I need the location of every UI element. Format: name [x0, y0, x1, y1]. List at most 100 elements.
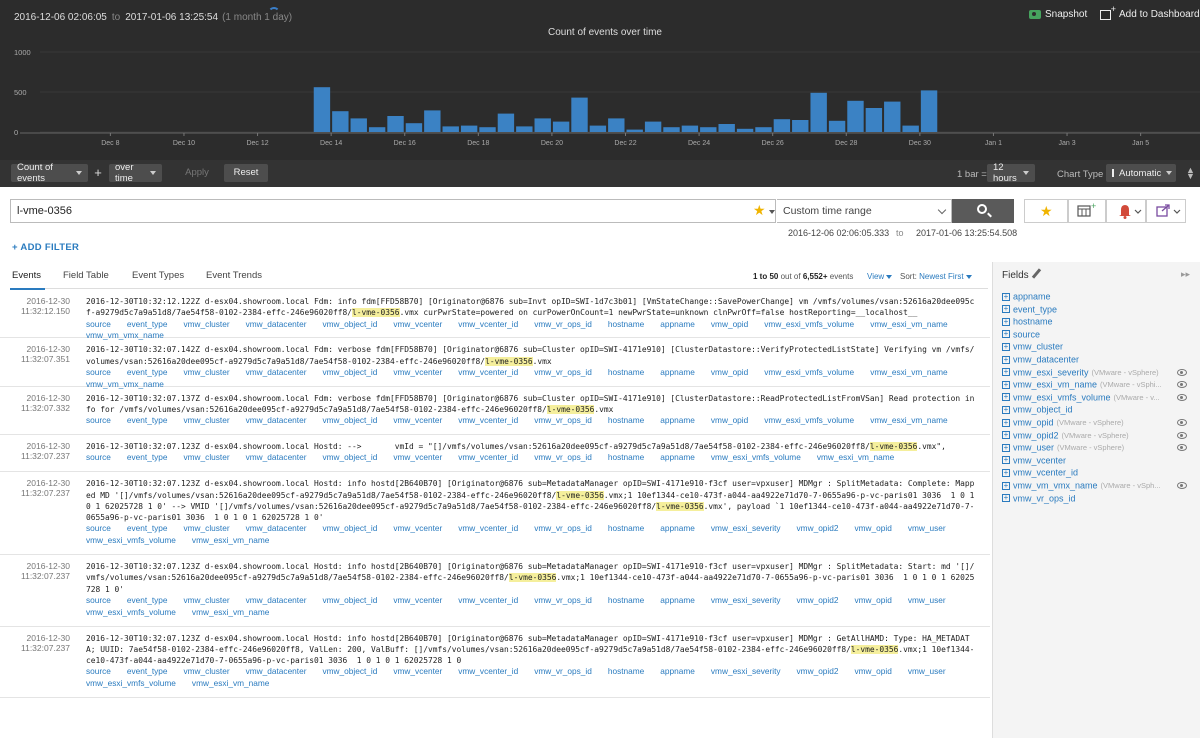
expand-field-icon[interactable]: +	[1002, 292, 1010, 301]
chart-bar[interactable]	[350, 118, 367, 132]
tab-field-table[interactable]: Field Table	[63, 270, 109, 281]
field-link[interactable]: vmw_vr_ops_id	[534, 523, 592, 535]
expand-field-icon[interactable]: +	[1002, 443, 1010, 452]
expand-panel-icon[interactable]: ▸▸	[1181, 269, 1190, 280]
field-link[interactable]: vmw_datacenter	[246, 415, 307, 427]
expand-field-icon[interactable]: +	[1002, 481, 1010, 490]
field-link[interactable]: vmw_vcenter	[393, 319, 442, 331]
field-link[interactable]: vmw_opid2	[797, 523, 839, 535]
tab-events[interactable]: Events	[9, 270, 46, 290]
field-link[interactable]: vmw_esxi_vm_name	[870, 319, 947, 331]
events-over-time-chart[interactable]: 0 500 1000 Dec 8 Dec 10 Dec 12 Dec 14 Dec 16 Dec…	[0, 40, 1200, 160]
chart-bar[interactable]	[884, 101, 901, 132]
expand-field-icon[interactable]: +	[1002, 393, 1010, 402]
field-name[interactable]: vmw_vr_ops_id	[1013, 493, 1076, 503]
apply-button[interactable]: Apply	[175, 164, 219, 182]
field-item[interactable]: + vmw_vr_ops_id	[1002, 493, 1197, 505]
event-row[interactable]: 2016-12-30 11:32:07.237 2016-12-30T10:32:0…	[0, 555, 990, 627]
time-range-select[interactable]: Custom time range	[777, 199, 952, 223]
field-link[interactable]: event_type	[127, 523, 168, 535]
field-link[interactable]: vmw_datacenter	[246, 367, 307, 379]
expand-field-icon[interactable]: +	[1002, 317, 1010, 326]
chart-bar[interactable]	[773, 119, 791, 132]
chart-bar[interactable]	[755, 127, 772, 132]
tab-event-types[interactable]: Event Types	[132, 270, 184, 281]
chart-bar[interactable]	[313, 87, 331, 132]
event-row[interactable]: 2016-12-30 11:32:07.237 2016-12-30T10:32:0…	[0, 472, 990, 556]
field-link[interactable]: vmw_vcenter_id	[458, 319, 518, 331]
field-link[interactable]: vmw_esxi_vm_name	[817, 452, 894, 464]
field-link[interactable]: vmw_vcenter_id	[458, 523, 518, 535]
field-item[interactable]: + event_type	[1002, 304, 1197, 316]
tab-event-trends[interactable]: Event Trends	[206, 270, 262, 281]
field-link[interactable]: vmw_esxi_vm_name	[192, 535, 269, 547]
chart-bar[interactable]	[497, 113, 515, 132]
field-link[interactable]: vmw_user	[908, 666, 946, 678]
chart-bar[interactable]	[405, 123, 423, 132]
field-name[interactable]: appname	[1013, 292, 1051, 302]
eye-icon[interactable]	[1177, 431, 1187, 439]
add-to-dashboard-action[interactable]: +	[1068, 199, 1106, 223]
chart-bar[interactable]	[589, 125, 607, 132]
chart-bar[interactable]	[865, 108, 883, 132]
field-link[interactable]: source	[86, 367, 111, 379]
field-name[interactable]: vmw_vcenter_id	[1013, 468, 1078, 478]
favorite-star-icon[interactable]: ★	[753, 203, 766, 217]
field-link[interactable]: vmw_cluster	[184, 415, 230, 427]
eye-icon[interactable]	[1177, 444, 1187, 452]
field-link[interactable]: vmw_cluster	[184, 452, 230, 464]
chart-bar[interactable]	[828, 120, 846, 132]
field-link[interactable]: vmw_esxi_vmfs_volume	[764, 319, 854, 331]
chart-bar[interactable]	[332, 111, 349, 132]
field-link[interactable]: vmw_opid	[711, 319, 748, 331]
field-link[interactable]: vmw_vcenter	[393, 666, 442, 678]
field-item[interactable]: + vmw_object_id	[1002, 404, 1197, 416]
field-link[interactable]: vmw_vcenter	[393, 595, 442, 607]
field-name[interactable]: source	[1013, 329, 1040, 339]
field-link[interactable]: vmw_esxi_vmfs_volume	[86, 535, 176, 547]
field-name[interactable]: vmw_opid2	[1013, 430, 1059, 440]
field-link[interactable]: event_type	[127, 666, 168, 678]
field-name[interactable]: vmw_user	[1013, 443, 1054, 453]
chart-bar[interactable]	[368, 127, 386, 132]
field-link[interactable]: vmw_esxi_vmfs_volume	[711, 452, 801, 464]
field-link[interactable]: vmw_vcenter_id	[458, 415, 518, 427]
field-link[interactable]: vmw_esxi_severity	[711, 523, 781, 535]
field-link[interactable]: vmw_user	[908, 595, 946, 607]
field-link[interactable]: vmw_vr_ops_id	[534, 666, 592, 678]
field-link[interactable]: appname	[660, 452, 695, 464]
field-link[interactable]: vmw_vcenter	[393, 415, 442, 427]
chart-bar[interactable]	[626, 129, 643, 132]
chart-bar[interactable]	[792, 120, 809, 132]
expand-field-icon[interactable]: +	[1002, 380, 1010, 389]
field-link[interactable]: source	[86, 523, 111, 535]
eye-icon[interactable]	[1177, 368, 1187, 376]
field-link[interactable]: event_type	[127, 319, 168, 331]
field-link[interactable]: appname	[660, 415, 695, 427]
field-link[interactable]: vmw_datacenter	[246, 666, 307, 678]
expand-field-icon[interactable]: +	[1002, 469, 1010, 478]
eye-icon[interactable]	[1177, 419, 1187, 426]
add-aggregation-button[interactable]: +	[91, 165, 105, 181]
field-link[interactable]: vmw_opid	[855, 595, 892, 607]
field-item[interactable]: + vmw_vcenter	[1002, 455, 1197, 467]
field-link[interactable]: source	[86, 452, 111, 464]
field-link[interactable]: hostname	[608, 367, 644, 379]
add-favorite-button[interactable]: ★	[1024, 199, 1068, 223]
field-item[interactable]: + vmw_user (VMware - vSphere)	[1002, 442, 1197, 454]
field-link[interactable]: vmw_esxi_vmfs_volume	[86, 678, 176, 690]
field-link[interactable]: source	[86, 666, 111, 678]
chart-bar[interactable]	[681, 125, 699, 132]
field-link[interactable]: vmw_object_id	[322, 319, 377, 331]
field-link[interactable]: appname	[660, 367, 695, 379]
field-link[interactable]: source	[86, 595, 111, 607]
chart-bar[interactable]	[424, 110, 441, 132]
field-link[interactable]: vmw_esxi_severity	[711, 595, 781, 607]
field-name[interactable]: vmw_vcenter	[1013, 455, 1066, 465]
chart-bar[interactable]	[718, 124, 735, 132]
field-name[interactable]: event_type	[1013, 304, 1057, 314]
chart-bar[interactable]	[902, 125, 919, 132]
chart-type-select[interactable]: Automatic	[1106, 164, 1176, 182]
chevron-down-icon[interactable]	[769, 210, 775, 214]
field-link[interactable]: vmw_vr_ops_id	[534, 367, 592, 379]
